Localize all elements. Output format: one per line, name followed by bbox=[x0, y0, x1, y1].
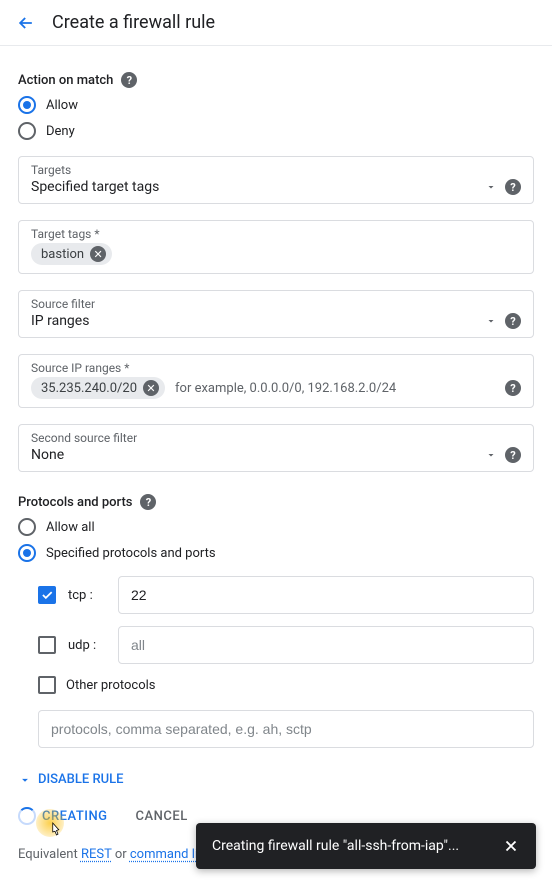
targets-select[interactable]: Targets Specified target tags ? bbox=[18, 156, 534, 204]
help-icon[interactable]: ? bbox=[505, 313, 521, 329]
radio-icon bbox=[18, 96, 36, 114]
radio-allow[interactable]: Allow bbox=[18, 96, 534, 114]
disable-rule-toggle[interactable]: DISABLE RULE bbox=[18, 772, 534, 787]
target-tags-input[interactable]: Target tags * bastion ✕ bbox=[18, 220, 534, 274]
chevron-down-icon bbox=[485, 449, 497, 461]
rest-link[interactable]: REST bbox=[81, 847, 112, 862]
close-icon[interactable] bbox=[502, 837, 520, 855]
tcp-ports-input[interactable] bbox=[118, 576, 534, 614]
spinner-icon bbox=[18, 807, 36, 825]
toast-message: Creating firewall rule "all-ssh-from-iap… bbox=[212, 838, 459, 854]
tcp-checkbox[interactable] bbox=[38, 586, 56, 604]
second-source-filter-select[interactable]: Second source filter None ? bbox=[18, 424, 534, 472]
protocols-ports-label: Protocols and ports ? bbox=[18, 494, 534, 510]
radio-allow-all[interactable]: Allow all bbox=[18, 518, 534, 536]
chevron-down-icon bbox=[18, 773, 32, 787]
radio-icon bbox=[18, 544, 36, 562]
radio-specified[interactable]: Specified protocols and ports bbox=[18, 544, 534, 562]
chevron-down-icon bbox=[485, 315, 497, 327]
help-icon[interactable]: ? bbox=[505, 179, 521, 195]
source-filter-select[interactable]: Source filter IP ranges ? bbox=[18, 290, 534, 338]
remove-chip-icon[interactable]: ✕ bbox=[143, 380, 159, 396]
back-arrow-icon[interactable] bbox=[16, 13, 36, 33]
page-title: Create a firewall rule bbox=[52, 12, 215, 33]
cursor-icon bbox=[46, 821, 64, 847]
tag-chip: bastion ✕ bbox=[31, 243, 112, 265]
action-on-match-label: Action on match ? bbox=[18, 72, 534, 88]
udp-checkbox[interactable] bbox=[38, 636, 56, 654]
radio-deny[interactable]: Deny bbox=[18, 122, 534, 140]
source-ip-ranges-input[interactable]: Source IP ranges * 35.235.240.0/20 ✕ for… bbox=[18, 354, 534, 408]
ip-chip: 35.235.240.0/20 ✕ bbox=[31, 377, 165, 399]
chevron-down-icon bbox=[485, 181, 497, 193]
other-protocols-checkbox[interactable] bbox=[38, 676, 56, 694]
create-button[interactable]: CREATING bbox=[18, 807, 108, 825]
help-icon[interactable]: ? bbox=[505, 447, 521, 463]
help-icon[interactable]: ? bbox=[140, 494, 156, 510]
toast-notification: Creating firewall rule "all-ssh-from-iap… bbox=[196, 823, 536, 869]
help-icon[interactable]: ? bbox=[505, 380, 521, 396]
remove-chip-icon[interactable]: ✕ bbox=[90, 246, 106, 262]
other-protocols-input[interactable] bbox=[38, 710, 534, 748]
help-icon[interactable]: ? bbox=[121, 72, 137, 88]
cancel-button[interactable]: CANCEL bbox=[136, 809, 188, 824]
udp-ports-input[interactable] bbox=[118, 626, 534, 664]
radio-icon bbox=[18, 122, 36, 140]
radio-icon bbox=[18, 518, 36, 536]
